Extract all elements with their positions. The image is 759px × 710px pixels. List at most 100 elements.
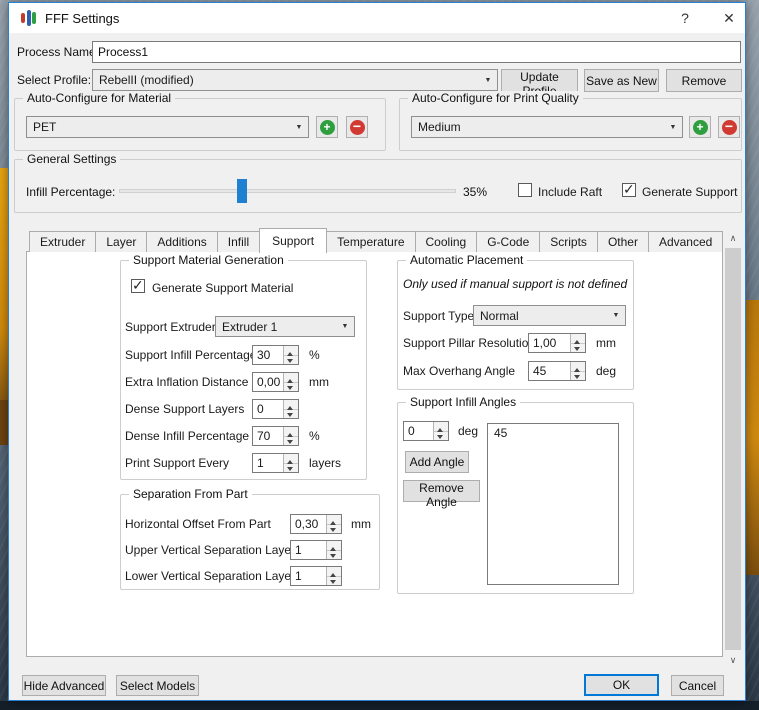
spinner-value[interactable]: 70 bbox=[253, 427, 283, 445]
support-extruder-dropdown[interactable]: Extruder 1 ▼ bbox=[215, 316, 355, 337]
tab-advanced[interactable]: Advanced bbox=[648, 231, 723, 252]
spinner-buttons[interactable] bbox=[283, 346, 298, 364]
tab-scripts[interactable]: Scripts bbox=[539, 231, 598, 252]
spin-down-icon[interactable] bbox=[327, 577, 341, 586]
help-button[interactable]: ? bbox=[671, 8, 699, 28]
spin-up-icon[interactable] bbox=[284, 427, 298, 437]
spinner-value[interactable]: 0 bbox=[404, 422, 433, 440]
spin-down-icon[interactable] bbox=[284, 356, 298, 365]
profile-dropdown[interactable]: RebelII (modified) ▼ bbox=[92, 69, 498, 91]
spin-down-icon[interactable] bbox=[284, 464, 298, 473]
spinner-value[interactable]: 1 bbox=[291, 541, 326, 559]
spin-down-icon[interactable] bbox=[284, 383, 298, 392]
dense-infill-percentage-spinner[interactable]: 70 bbox=[252, 426, 299, 446]
generate-support-material-checkbox[interactable]: ✓ bbox=[131, 279, 145, 293]
support-type-dropdown[interactable]: Normal ▼ bbox=[473, 305, 626, 326]
tab-gcode[interactable]: G-Code bbox=[476, 231, 540, 252]
spin-down-icon[interactable] bbox=[571, 372, 585, 381]
horizontal-offset-spinner[interactable]: 0,30 bbox=[290, 514, 342, 534]
update-profile-button[interactable]: Update Profile bbox=[501, 69, 578, 92]
spinner-value[interactable]: 45 bbox=[529, 362, 570, 380]
spinner-buttons[interactable] bbox=[570, 334, 585, 352]
spin-up-icon[interactable] bbox=[284, 346, 298, 356]
remove-quality-button[interactable]: − bbox=[718, 116, 740, 138]
spin-up-icon[interactable] bbox=[434, 422, 448, 432]
tab-other[interactable]: Other bbox=[597, 231, 649, 252]
spinner-buttons[interactable] bbox=[326, 541, 341, 559]
spinner-value[interactable]: 1,00 bbox=[529, 334, 570, 352]
tab-layer[interactable]: Layer bbox=[95, 231, 147, 252]
cancel-button[interactable]: Cancel bbox=[671, 675, 724, 696]
spin-up-icon[interactable] bbox=[284, 454, 298, 464]
spinner-buttons[interactable] bbox=[283, 400, 298, 418]
spinner-value[interactable]: 30 bbox=[253, 346, 283, 364]
print-support-every-spinner[interactable]: 1 bbox=[252, 453, 299, 473]
title-bar[interactable]: FFF Settings ? ✕ bbox=[9, 3, 745, 33]
add-material-button[interactable]: + bbox=[316, 116, 338, 138]
spinner-buttons[interactable] bbox=[283, 373, 298, 391]
process-name-input[interactable] bbox=[92, 41, 741, 63]
generate-support-checkbox[interactable]: ✓ bbox=[622, 183, 636, 197]
spinner-value[interactable]: 1 bbox=[253, 454, 283, 472]
spinner-value[interactable]: 1 bbox=[291, 567, 326, 585]
spin-up-icon[interactable] bbox=[284, 373, 298, 383]
spin-down-icon[interactable] bbox=[571, 344, 585, 353]
support-infill-percentage-spinner[interactable]: 30 bbox=[252, 345, 299, 365]
tab-cooling[interactable]: Cooling bbox=[415, 231, 478, 252]
tab-additions[interactable]: Additions bbox=[146, 231, 217, 252]
spin-up-icon[interactable] bbox=[571, 362, 585, 372]
tab-support[interactable]: Support bbox=[259, 228, 327, 253]
angles-listbox[interactable]: 45 bbox=[487, 423, 619, 585]
spin-down-icon[interactable] bbox=[327, 551, 341, 560]
select-models-button[interactable]: Select Models bbox=[116, 675, 199, 696]
spinner-buttons[interactable] bbox=[283, 427, 298, 445]
upper-vertical-separation-spinner[interactable]: 1 bbox=[290, 540, 342, 560]
close-button[interactable]: ✕ bbox=[715, 8, 743, 28]
spin-up-icon[interactable] bbox=[327, 515, 341, 525]
spin-up-icon[interactable] bbox=[327, 567, 341, 577]
spinner-buttons[interactable] bbox=[326, 515, 341, 533]
spinner-buttons[interactable] bbox=[326, 567, 341, 585]
lower-vertical-separation-spinner[interactable]: 1 bbox=[290, 566, 342, 586]
remove-angle-button[interactable]: Remove Angle bbox=[403, 480, 480, 502]
tab-infill[interactable]: Infill bbox=[217, 231, 260, 252]
remove-profile-button[interactable]: Remove bbox=[666, 69, 742, 92]
spin-down-icon[interactable] bbox=[327, 525, 341, 534]
material-dropdown[interactable]: PET ▼ bbox=[26, 116, 309, 138]
spinner-buttons[interactable] bbox=[433, 422, 448, 440]
add-angle-button[interactable]: Add Angle bbox=[405, 451, 469, 473]
list-item[interactable]: 45 bbox=[488, 424, 618, 442]
add-quality-button[interactable]: + bbox=[689, 116, 711, 138]
scrollbar-thumb[interactable] bbox=[725, 248, 741, 650]
support-pillar-resolution-spinner[interactable]: 1,00 bbox=[528, 333, 586, 353]
spin-up-icon[interactable] bbox=[284, 400, 298, 410]
spinner-value[interactable]: 0 bbox=[253, 400, 283, 418]
spin-down-icon[interactable] bbox=[284, 437, 298, 446]
tab-temperature[interactable]: Temperature bbox=[326, 231, 415, 252]
spinner-value[interactable]: 0,30 bbox=[291, 515, 326, 533]
spinner-buttons[interactable] bbox=[283, 454, 298, 472]
spin-up-icon[interactable] bbox=[571, 334, 585, 344]
spin-down-icon[interactable] bbox=[284, 410, 298, 419]
tab-extruder[interactable]: Extruder bbox=[29, 231, 96, 252]
ok-button[interactable]: OK bbox=[584, 674, 659, 696]
infill-slider-track[interactable] bbox=[119, 189, 456, 193]
max-overhang-angle-spinner[interactable]: 45 bbox=[528, 361, 586, 381]
quality-dropdown[interactable]: Medium ▼ bbox=[411, 116, 683, 138]
vertical-scrollbar[interactable]: ∧ ∨ bbox=[724, 230, 742, 669]
save-as-new-button[interactable]: Save as New bbox=[584, 69, 659, 92]
hide-advanced-button[interactable]: Hide Advanced bbox=[22, 675, 106, 696]
spinner-buttons[interactable] bbox=[570, 362, 585, 380]
scroll-up-icon[interactable]: ∧ bbox=[724, 230, 742, 247]
spin-down-icon[interactable] bbox=[434, 432, 448, 441]
extra-inflation-distance-spinner[interactable]: 0,00 bbox=[252, 372, 299, 392]
scroll-down-icon[interactable]: ∨ bbox=[724, 652, 742, 669]
unit-suffix: mm bbox=[309, 375, 329, 389]
include-raft-checkbox[interactable]: ✓ bbox=[518, 183, 532, 197]
spin-up-icon[interactable] bbox=[327, 541, 341, 551]
dense-support-layers-spinner[interactable]: 0 bbox=[252, 399, 299, 419]
angle-spinner[interactable]: 0 bbox=[403, 421, 449, 441]
spinner-value[interactable]: 0,00 bbox=[253, 373, 283, 391]
remove-material-button[interactable]: − bbox=[346, 116, 368, 138]
infill-slider-handle[interactable] bbox=[237, 179, 247, 203]
